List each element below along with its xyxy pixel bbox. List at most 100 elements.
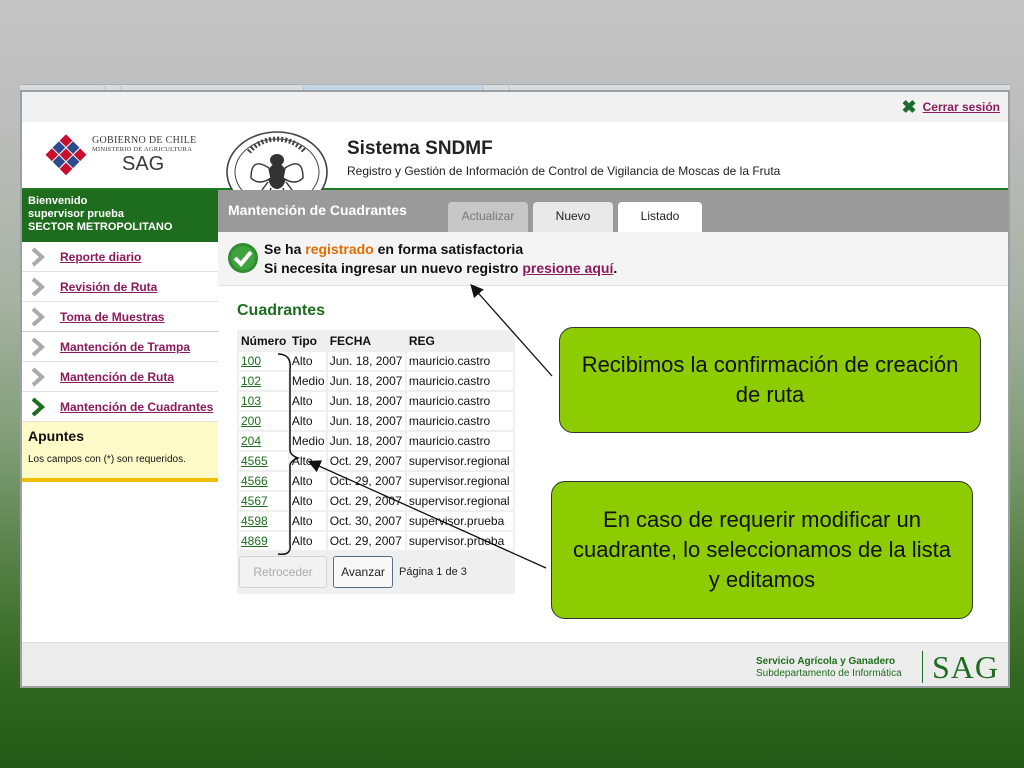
cell-numero[interactable]: 200 <box>239 412 288 430</box>
cuadrante-link[interactable]: 4567 <box>241 494 268 508</box>
table-row[interactable]: 4565 Alto Oct. 29, 2007 supervisor.regional <box>239 452 513 470</box>
logout-link[interactable]: ✖ Cerrar sesión <box>902 98 1000 116</box>
footer-line1: Servicio Agrícola y Ganadero <box>756 656 896 667</box>
success-message: Se ha registrado en forma satisfactoria … <box>218 232 1008 286</box>
sidebar-item-toma-muestras[interactable]: Toma de Muestras <box>22 302 218 332</box>
cuadrante-link[interactable]: 4869 <box>241 534 268 548</box>
cell-numero[interactable]: 4566 <box>239 472 288 490</box>
cuadrante-link[interactable]: 103 <box>241 394 261 408</box>
col-reg: REG <box>408 334 435 348</box>
chevron-right-icon <box>31 397 46 416</box>
gov-line1: GOBIERNO DE CHILE <box>92 135 197 146</box>
sidebar-item-mantencion-trampa[interactable]: Mantención de Trampa <box>22 332 218 362</box>
success-highlight: registrado <box>305 241 374 257</box>
cuadrante-link[interactable]: 200 <box>241 414 261 428</box>
next-button[interactable]: Avanzar <box>333 556 393 588</box>
welcome-box: Bienvenido supervisor prueba SECTOR METR… <box>22 190 218 242</box>
cell-numero[interactable]: 4565 <box>239 452 288 470</box>
footer-line2: Subdepartamento de Informática <box>756 668 902 679</box>
cuadrante-link[interactable]: 102 <box>241 374 261 388</box>
new-post: . <box>613 260 618 276</box>
sidebar-item-label[interactable]: Toma de Muestras <box>60 310 164 324</box>
success-post: en forma satisfactoria <box>373 241 524 257</box>
cell-fecha: Oct. 29, 2007 <box>327 472 405 490</box>
sidebar-item-label[interactable]: Mantención de Ruta <box>60 370 174 384</box>
tab-listado[interactable]: Listado <box>618 202 702 232</box>
cell-tipo: Alto <box>289 412 326 430</box>
table-row[interactable]: 200 Alto Jun. 18, 2007 mauricio.castro <box>239 412 513 430</box>
table-row[interactable]: 102 Medio Jun. 18, 2007 mauricio.castro <box>239 372 513 390</box>
footer-logo: SAG <box>932 649 1000 685</box>
table-row[interactable]: 4869 Alto Oct. 29, 2007 supervisor.prueba <box>239 532 513 550</box>
cell-numero[interactable]: 100 <box>239 352 288 370</box>
cell-tipo: Alto <box>289 532 326 550</box>
cell-reg: supervisor.regional <box>406 492 513 510</box>
footer: Servicio Agrícola y Ganadero Subdepartam… <box>22 642 1008 686</box>
top-bar: ✖ Cerrar sesión <box>22 92 1008 122</box>
cell-fecha: Oct. 29, 2007 <box>327 532 405 550</box>
new-record-link[interactable]: presione aquí <box>522 260 613 276</box>
tab-nuevo[interactable]: Nuevo <box>533 202 613 232</box>
cuadrante-link[interactable]: 4565 <box>241 454 268 468</box>
sidebar-item-label[interactable]: Mantención de Trampa <box>60 340 190 354</box>
table-row[interactable]: 103 Alto Jun. 18, 2007 mauricio.castro <box>239 392 513 410</box>
prev-button[interactable]: Retroceder <box>239 556 327 588</box>
list-title: Cuadrantes <box>237 302 326 319</box>
chevron-right-icon <box>31 367 46 386</box>
table-row[interactable]: 4566 Alto Oct. 29, 2007 supervisor.regional <box>239 472 513 490</box>
table-header-row: Número Tipo FECHA REG <box>239 332 513 350</box>
table-row[interactable]: 4567 Alto Oct. 29, 2007 supervisor.regional <box>239 492 513 510</box>
callout-confirmation: Recibimos la confirmación de creación de… <box>559 327 981 433</box>
pager: Retroceder Avanzar Página 1 de 3 <box>237 552 515 592</box>
main-header: Mantención de Cuadrantes Actualizar Nuev… <box>218 190 1008 232</box>
notes-box: Apuntes Los campos con (*) son requerido… <box>22 422 218 482</box>
welcome-sector: SECTOR METROPOLITANO <box>28 221 173 233</box>
tab-actualizar[interactable]: Actualizar <box>448 202 528 232</box>
cuadrante-link[interactable]: 100 <box>241 354 261 368</box>
cell-reg: mauricio.castro <box>406 352 513 370</box>
cell-tipo: Alto <box>289 352 326 370</box>
welcome-line1: Bienvenido <box>28 195 88 207</box>
cuadrantes-table-wrap: Número Tipo FECHA REG 100 Alto Jun. 18, 20… <box>237 330 515 594</box>
logout-label[interactable]: Cerrar sesión <box>923 100 1000 114</box>
system-title: Sistema SNDMF <box>347 138 493 159</box>
cell-numero[interactable]: 102 <box>239 372 288 390</box>
notes-text: Los campos con (*) son requeridos. <box>28 454 186 465</box>
sidebar-item-label[interactable]: Reporte diario <box>60 250 141 264</box>
cuadrante-link[interactable]: 4598 <box>241 514 268 528</box>
sidebar-item-mantencion-cuadrantes[interactable]: Mantención de Cuadrantes <box>22 392 218 422</box>
cell-numero[interactable]: 204 <box>239 432 288 450</box>
cell-numero[interactable]: 4869 <box>239 532 288 550</box>
table-row[interactable]: 4598 Alto Oct. 30, 2007 supervisor.prueba <box>239 512 513 530</box>
new-pre: Si necesita ingresar un nuevo registro <box>264 260 523 276</box>
cell-tipo: Alto <box>289 512 326 530</box>
sidebar-item-mantencion-ruta[interactable]: Mantención de Ruta <box>22 362 218 392</box>
success-line: Se ha registrado en forma satisfactoria <box>264 241 523 257</box>
table-row[interactable]: 100 Alto Jun. 18, 2007 mauricio.castro <box>239 352 513 370</box>
col-numero: Número <box>241 334 287 348</box>
cell-fecha: Oct. 29, 2007 <box>327 492 405 510</box>
cell-numero[interactable]: 4567 <box>239 492 288 510</box>
cell-fecha: Oct. 29, 2007 <box>327 452 405 470</box>
close-icon[interactable]: ✖ <box>902 98 917 116</box>
chevron-right-icon <box>31 277 46 296</box>
cell-reg: mauricio.castro <box>406 392 513 410</box>
cell-reg: supervisor.prueba <box>406 532 513 550</box>
cell-reg: supervisor.regional <box>406 472 513 490</box>
table-row[interactable]: 204 Medio Jun. 18, 2007 mauricio.castro <box>239 432 513 450</box>
cell-numero[interactable]: 103 <box>239 392 288 410</box>
cell-reg: supervisor.regional <box>406 452 513 470</box>
cell-reg: supervisor.prueba <box>406 512 513 530</box>
cell-tipo: Medio <box>289 432 326 450</box>
page-info: Página 1 de 3 <box>399 566 467 578</box>
cuadrante-link[interactable]: 4566 <box>241 474 268 488</box>
cell-numero[interactable]: 4598 <box>239 512 288 530</box>
sidebar-item-label[interactable]: Revisión de Ruta <box>60 280 157 294</box>
sidebar-item-revision-ruta[interactable]: Revisión de Ruta <box>22 272 218 302</box>
cell-tipo: Medio <box>289 372 326 390</box>
cell-fecha: Jun. 18, 2007 <box>327 432 405 450</box>
sidebar-item-label[interactable]: Mantención de Cuadrantes <box>60 400 213 414</box>
cuadrante-link[interactable]: 204 <box>241 434 261 448</box>
sidebar-item-reporte-diario[interactable]: Reporte diario <box>22 242 218 272</box>
gov-line2: MINISTERIO DE AGRICULTURA <box>92 146 193 153</box>
